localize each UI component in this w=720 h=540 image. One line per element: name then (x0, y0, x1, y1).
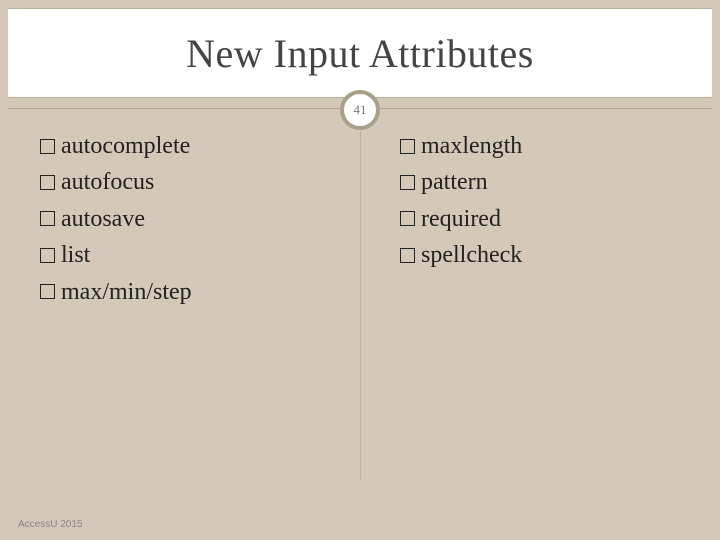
list-item: pattern (400, 166, 680, 198)
checkbox-bullet-icon (40, 139, 55, 154)
attribute-label: autosave (61, 203, 145, 235)
attribute-label: pattern (421, 166, 488, 198)
list-item: max/min/step (40, 276, 330, 308)
checkbox-bullet-icon (400, 175, 415, 190)
content-area: autocomplete autofocus autosave list max… (30, 130, 690, 490)
attribute-label: required (421, 203, 501, 235)
checkbox-bullet-icon (40, 284, 55, 299)
list-item: required (400, 203, 680, 235)
footer-text: AccessU 2015 (18, 519, 82, 530)
checkbox-bullet-icon (40, 211, 55, 226)
slide-title: New Input Attributes (186, 30, 534, 77)
checkbox-bullet-icon (40, 248, 55, 263)
list-item: autocomplete (40, 130, 330, 162)
page-number-badge: 41 (340, 90, 380, 130)
list-item: maxlength (400, 130, 680, 162)
left-column: autocomplete autofocus autosave list max… (30, 130, 360, 490)
title-band: New Input Attributes (8, 8, 712, 98)
right-column: maxlength pattern required spellcheck (360, 130, 690, 490)
attribute-label: spellcheck (421, 239, 522, 271)
checkbox-bullet-icon (400, 139, 415, 154)
checkbox-bullet-icon (40, 175, 55, 190)
slide: New Input Attributes 41 autocomplete aut… (0, 0, 720, 540)
attribute-label: maxlength (421, 130, 522, 162)
list-item: autosave (40, 203, 330, 235)
attribute-label: max/min/step (61, 276, 192, 308)
list-item: autofocus (40, 166, 330, 198)
page-number: 41 (354, 102, 367, 118)
list-item: list (40, 239, 330, 271)
attribute-label: list (61, 239, 90, 271)
attribute-label: autocomplete (61, 130, 190, 162)
attribute-label: autofocus (61, 166, 154, 198)
checkbox-bullet-icon (400, 248, 415, 263)
list-item: spellcheck (400, 239, 680, 271)
checkbox-bullet-icon (400, 211, 415, 226)
